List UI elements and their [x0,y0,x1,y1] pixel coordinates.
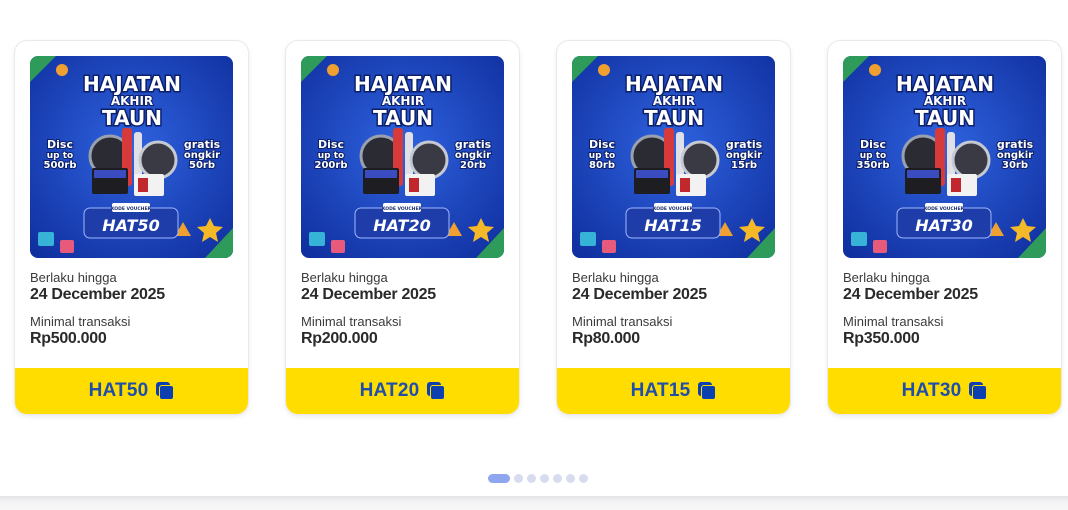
svg-text:KODE VOUCHER: KODE VOUCHER [382,206,423,212]
valid-until-date: 24 December 2025 [301,286,436,303]
voucher-info: Berlaku hingga 24 December 2025 Minimal … [843,270,1048,348]
valid-until-label: Berlaku hingga [30,270,117,285]
svg-text:Disc: Disc [47,138,73,151]
svg-text:HAJATAN: HAJATAN [354,72,452,96]
svg-text:200rb: 200rb [315,160,348,171]
svg-text:TAUN: TAUN [373,106,433,130]
svg-text:HAJATAN: HAJATAN [896,72,994,96]
pagination-dot[interactable] [540,474,549,483]
min-transaction-label: Minimal transaksi [572,314,673,329]
svg-text:HAT15: HAT15 [644,216,701,235]
voucher-code: HAT50 [88,380,149,401]
svg-text:Disc: Disc [318,138,344,151]
pagination-dot[interactable] [553,474,562,483]
svg-text:KODE VOUCHER: KODE VOUCHER [653,206,694,212]
voucher-card[interactable]: HAJATAN AKHIR TAUN Disc up to 500rb gratis ongk… [15,41,248,414]
svg-text:Disc: Disc [589,138,615,151]
svg-text:TAUN: TAUN [102,106,162,130]
min-transaction-label: Minimal transaksi [30,314,131,329]
voucher-carousel-section: HAJATAN AKHIR TAUN Disc up to 500rb gratis ongk… [0,0,1068,510]
copy-icon[interactable] [427,382,446,400]
copy-voucher-code-button[interactable]: HAT50 [15,368,248,414]
svg-text:HAT20: HAT20 [373,216,430,235]
voucher-code: HAT20 [359,380,420,401]
carousel-pagination [488,474,592,483]
svg-text:TAUN: TAUN [915,106,975,130]
valid-until-date: 24 December 2025 [30,286,165,303]
svg-text:30rb: 30rb [1002,160,1028,171]
valid-until-date: 24 December 2025 [843,286,978,303]
svg-text:Disc: Disc [860,138,886,151]
copy-icon[interactable] [156,382,175,400]
svg-text:15rb: 15rb [731,160,757,171]
pagination-dot[interactable] [579,474,588,483]
min-transaction-label: Minimal transaksi [301,314,402,329]
valid-until-label: Berlaku hingga [301,270,388,285]
min-transaction-label: Minimal transaksi [843,314,944,329]
svg-text:KODE VOUCHER: KODE VOUCHER [924,206,965,212]
voucher-info: Berlaku hingga 24 December 2025 Minimal … [301,270,506,348]
voucher-info: Berlaku hingga 24 December 2025 Minimal … [572,270,777,348]
valid-until-date: 24 December 2025 [572,286,707,303]
copy-voucher-code-button[interactable]: HAT20 [286,368,519,414]
voucher-banner-image: HAJATAN AKHIR TAUN Disc up to 350rb gratis ongk… [843,56,1046,258]
voucher-banner-image: HAJATAN AKHIR TAUN Disc up to 80rb gratis ongki… [572,56,775,258]
copy-voucher-code-button[interactable]: HAT15 [557,368,790,414]
voucher-code: HAT30 [901,380,962,401]
voucher-code: HAT15 [630,380,691,401]
svg-text:350rb: 350rb [857,160,890,171]
min-transaction-value: Rp200.000 [301,330,378,347]
valid-until-label: Berlaku hingga [843,270,930,285]
pagination-dot[interactable] [566,474,575,483]
svg-text:20rb: 20rb [460,160,486,171]
copy-icon[interactable] [698,382,717,400]
svg-text:TAUN: TAUN [644,106,704,130]
svg-text:80rb: 80rb [589,160,615,171]
valid-until-label: Berlaku hingga [572,270,659,285]
voucher-card[interactable]: HAJATAN AKHIR TAUN Disc up to 80rb gratis ongki… [557,41,790,414]
voucher-info: Berlaku hingga 24 December 2025 Minimal … [30,270,235,348]
min-transaction-value: Rp500.000 [30,330,107,347]
voucher-banner-image: HAJATAN AKHIR TAUN Disc up to 500rb gratis ongk… [30,56,233,258]
svg-text:HAT50: HAT50 [102,216,159,235]
svg-text:HAJATAN: HAJATAN [625,72,723,96]
min-transaction-value: Rp80.000 [572,330,640,347]
voucher-card[interactable]: HAJATAN AKHIR TAUN Disc up to 200rb gratis ongk… [286,41,519,414]
svg-text:KODE VOUCHER: KODE VOUCHER [111,206,152,212]
svg-text:HAJATAN: HAJATAN [83,72,181,96]
svg-text:50rb: 50rb [189,160,215,171]
section-divider [0,496,1068,510]
svg-text:500rb: 500rb [44,160,77,171]
copy-voucher-code-button[interactable]: HAT30 [828,368,1061,414]
svg-text:HAT30: HAT30 [915,216,972,235]
min-transaction-value: Rp350.000 [843,330,920,347]
pagination-dot[interactable] [527,474,536,483]
copy-icon[interactable] [969,382,988,400]
voucher-carousel[interactable]: HAJATAN AKHIR TAUN Disc up to 500rb gratis ongk… [15,41,1068,414]
pagination-dot[interactable] [488,474,510,483]
pagination-dot[interactable] [514,474,523,483]
voucher-card[interactable]: HAJATAN AKHIR TAUN Disc up to 350rb gratis ongk… [828,41,1061,414]
voucher-banner-image: HAJATAN AKHIR TAUN Disc up to 200rb gratis ongk… [301,56,504,258]
